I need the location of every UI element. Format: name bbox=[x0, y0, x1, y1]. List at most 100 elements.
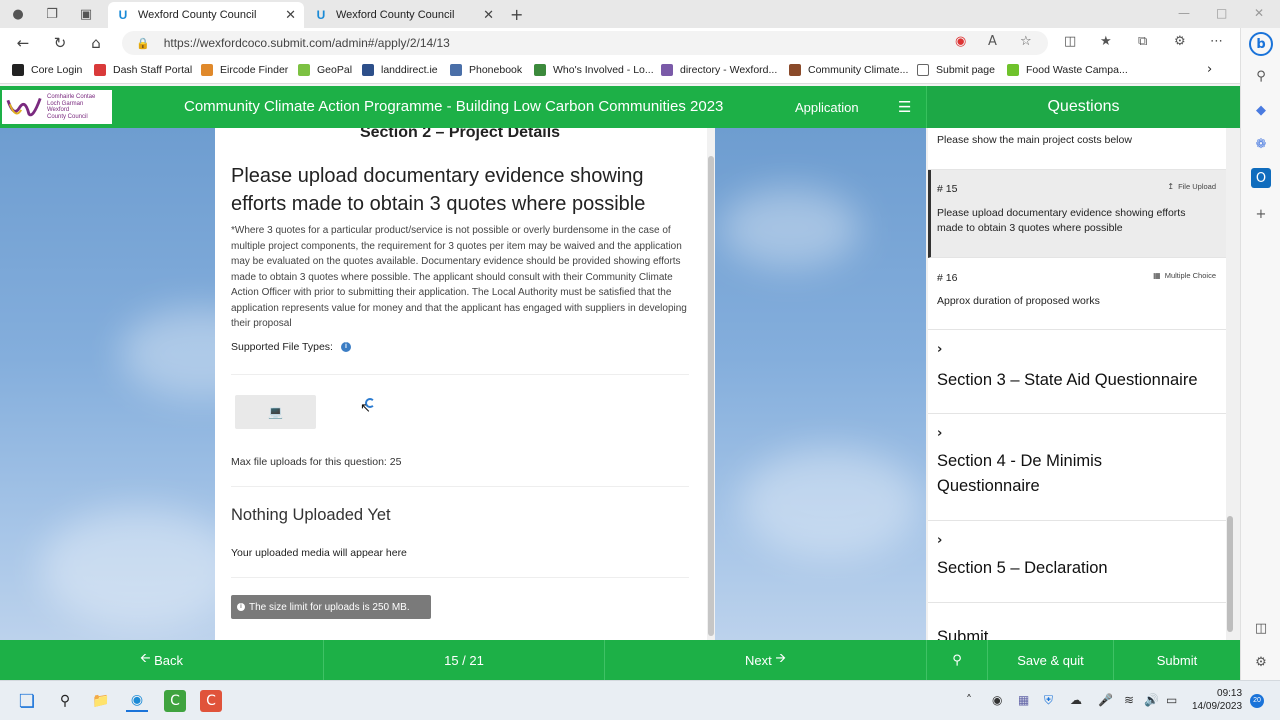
bookmark-label: directory - Wexford... bbox=[680, 64, 778, 76]
favorites-icon[interactable]: ★ bbox=[1100, 34, 1112, 49]
browser-tab-2[interactable]: U Wexford County Council ✕ bbox=[306, 2, 502, 28]
notification-badge[interactable]: 20 bbox=[1250, 694, 1264, 708]
volume-icon[interactable]: 🔊 bbox=[1144, 693, 1159, 707]
question-type: ↥ File Upload bbox=[1167, 182, 1216, 191]
system-clock[interactable]: 09:13 14/09/2023 bbox=[1192, 687, 1242, 713]
back-label: Back bbox=[154, 652, 184, 668]
bookmark-landdirect[interactable]: landdirect.ie bbox=[362, 64, 438, 76]
list-menu-icon[interactable]: ☰ bbox=[898, 98, 911, 116]
next-label: Next bbox=[745, 652, 772, 668]
question-number: # 16 bbox=[937, 272, 958, 284]
workspaces-icon[interactable]: ❐ bbox=[44, 6, 60, 22]
sidebar-layout-icon[interactable]: ◫ bbox=[1251, 618, 1271, 638]
mouse-cursor-icon: ↖ bbox=[360, 401, 371, 416]
new-tab-icon[interactable]: + bbox=[510, 5, 523, 24]
bookmark-dash-staff-portal[interactable]: Dash Staff Portal bbox=[94, 64, 192, 76]
save-quit-label: Save & quit bbox=[1017, 652, 1084, 668]
upload-icon: ↥ bbox=[1167, 182, 1175, 191]
bing-chat-icon[interactable]: b bbox=[1249, 32, 1273, 56]
bookmark-phonebook[interactable]: Phonebook bbox=[450, 64, 522, 76]
battery-icon[interactable]: ▭ bbox=[1166, 693, 1177, 707]
windows-start-icon[interactable]: ❏ bbox=[16, 690, 38, 712]
tracking-prevention-icon[interactable]: ◉ bbox=[955, 34, 966, 49]
back-button[interactable]: 🡨 Back bbox=[0, 640, 323, 680]
tray-overflow-chevron-icon[interactable]: ˄ bbox=[966, 693, 972, 707]
favorite-star-icon[interactable]: ☆ bbox=[1020, 34, 1032, 49]
save-quit-button[interactable]: Save & quit bbox=[988, 640, 1113, 680]
bookmark-whos-involved[interactable]: Who's Involved - Lo... bbox=[534, 64, 654, 76]
bookmarks-overflow-chevron-icon[interactable]: › bbox=[1207, 62, 1212, 77]
teams-icon[interactable]: ▦ bbox=[1018, 693, 1029, 707]
app-orange-icon[interactable]: C bbox=[200, 690, 222, 712]
bookmark-community-climate[interactable]: Community Climate... bbox=[789, 64, 908, 76]
microphone-icon[interactable]: 🎤 bbox=[1098, 693, 1113, 707]
wifi-icon[interactable]: ≋ bbox=[1124, 693, 1134, 707]
question-item-16[interactable]: # 16 ▦ Multiple Choice Approx duration of… bbox=[928, 258, 1228, 330]
bookmark-icon bbox=[94, 64, 106, 76]
more-menu-icon[interactable]: ⋯ bbox=[1210, 34, 1223, 49]
section-4-accordion[interactable]: › Section 4 - De Minimis Questionnaire bbox=[928, 414, 1228, 521]
question-type: ▦ Multiple Choice bbox=[1153, 271, 1216, 280]
question-item-14[interactable]: Please show the main project costs below bbox=[928, 128, 1228, 170]
bookmark-label: GeoPal bbox=[317, 64, 353, 76]
search-button[interactable]: ⚲ bbox=[927, 640, 987, 680]
url-input[interactable]: 🔒 https://wexfordcoco.submit.com/admin#/… bbox=[122, 31, 1048, 55]
close-tab-icon[interactable]: ✕ bbox=[483, 8, 494, 23]
outlook-icon[interactable]: O bbox=[1251, 168, 1271, 188]
extensions-icon[interactable]: ⚙ bbox=[1174, 34, 1186, 49]
tab-actions-icon[interactable]: ▣ bbox=[78, 6, 94, 22]
arrow-right-icon: 🡪 bbox=[775, 651, 786, 666]
info-icon[interactable]: i bbox=[340, 342, 351, 352]
upload-file-button[interactable]: 💻 bbox=[235, 395, 316, 429]
submit-section[interactable]: Submit bbox=[928, 603, 1228, 640]
bookmark-geopal[interactable]: GeoPal bbox=[298, 64, 352, 76]
bookmark-label: landdirect.ie bbox=[381, 64, 438, 76]
browser-tab-1[interactable]: U Wexford County Council ✕ bbox=[108, 2, 304, 28]
next-button[interactable]: Next 🡪 bbox=[605, 640, 926, 680]
section-title: Section 2 – Project Details bbox=[359, 128, 561, 141]
bookmark-label: Phonebook bbox=[469, 64, 523, 76]
maximize-icon[interactable]: □ bbox=[1216, 6, 1227, 20]
close-window-icon[interactable]: ✕ bbox=[1254, 6, 1264, 20]
file-explorer-icon[interactable]: 📁 bbox=[90, 690, 112, 712]
bookmark-directory-wexford[interactable]: directory - Wexford... bbox=[661, 64, 777, 76]
bookmark-core-login[interactable]: Core Login bbox=[12, 64, 82, 76]
submit-button[interactable]: Submit bbox=[1114, 640, 1240, 680]
minimize-icon[interactable]: — bbox=[1178, 6, 1190, 20]
back-arrow-icon[interactable]: ← bbox=[14, 34, 32, 52]
divider bbox=[231, 486, 689, 487]
tools-icon[interactable]: ❁ bbox=[1251, 134, 1271, 154]
section-5-accordion[interactable]: › Section 5 – Declaration bbox=[928, 521, 1228, 603]
cloud-icon[interactable]: ☁ bbox=[1070, 693, 1082, 707]
section-title: Section 5 – Declaration bbox=[937, 559, 1108, 577]
shopping-icon[interactable]: ◆ bbox=[1251, 100, 1271, 120]
question-item-15[interactable]: # 15 ↥ File Upload Please upload document… bbox=[928, 170, 1228, 258]
add-sidebar-app-icon[interactable]: + bbox=[1251, 204, 1271, 224]
collections-icon[interactable]: ⧉ bbox=[1138, 34, 1147, 49]
bookmark-eircode-finder[interactable]: Eircode Finder bbox=[201, 64, 288, 76]
card-scrollbar-thumb[interactable] bbox=[708, 156, 714, 636]
refresh-icon[interactable]: ↻ bbox=[51, 34, 69, 52]
card-scrollbar[interactable] bbox=[707, 128, 715, 640]
application-title: Community Climate Action Programme - Bui… bbox=[184, 98, 724, 115]
search-icon[interactable]: ⚲ bbox=[54, 690, 76, 712]
tray-app-icon[interactable]: ◉ bbox=[992, 693, 1002, 707]
max-uploads-text: Max file uploads for this question: 25 bbox=[231, 456, 402, 468]
app-green-icon[interactable]: C bbox=[164, 690, 186, 712]
read-aloud-icon[interactable]: A bbox=[988, 34, 997, 49]
url-text: https://wexfordcoco.submit.com/admin#/ap… bbox=[163, 36, 450, 50]
security-shield-icon[interactable]: ⛨ bbox=[1044, 693, 1053, 708]
close-tab-icon[interactable]: ✕ bbox=[285, 8, 296, 23]
sidebar-settings-icon[interactable]: ⚙ bbox=[1251, 652, 1271, 672]
bookmark-food-waste[interactable]: Food Waste Campa... bbox=[1007, 64, 1128, 76]
search-icon[interactable]: ⚲ bbox=[1251, 66, 1271, 86]
section-3-accordion[interactable]: › Section 3 – State Aid Questionnaire bbox=[928, 330, 1228, 414]
split-screen-icon[interactable]: ◫ bbox=[1064, 34, 1076, 49]
edge-browser-icon[interactable]: ◉ bbox=[126, 690, 148, 712]
profile-icon[interactable]: ● bbox=[10, 6, 26, 22]
section-title: Section 4 - De Minimis Questionnaire bbox=[937, 452, 1103, 495]
home-icon[interactable]: ⌂ bbox=[87, 34, 105, 52]
questions-scrollbar-thumb[interactable] bbox=[1227, 516, 1233, 632]
bookmark-submit-page[interactable]: Submit page bbox=[917, 64, 995, 76]
chevron-right-icon: › bbox=[937, 342, 943, 357]
